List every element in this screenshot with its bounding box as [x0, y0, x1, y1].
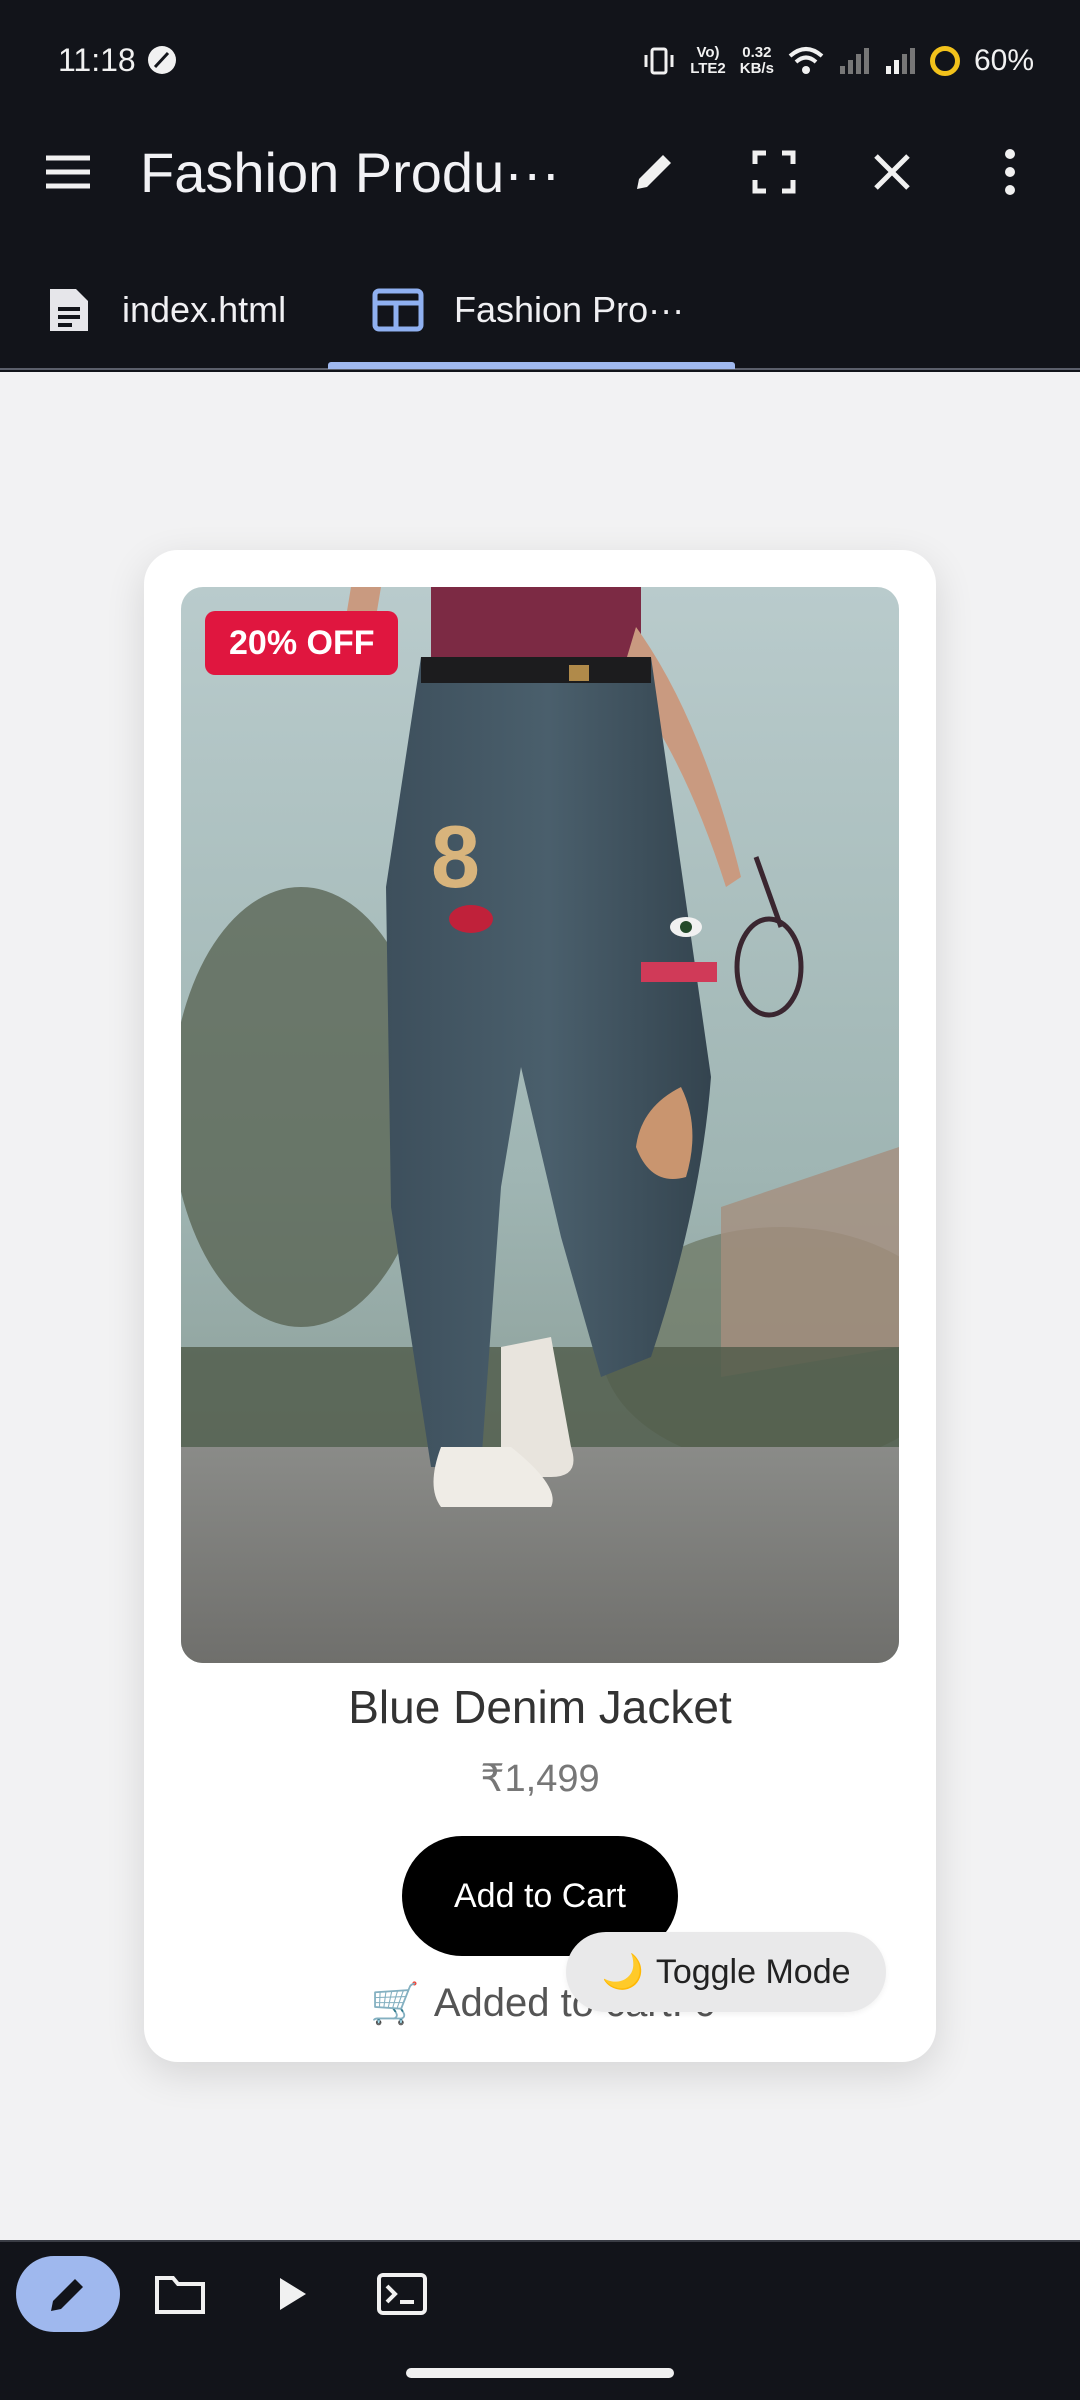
notification-app-icon	[148, 46, 176, 74]
battery-percent: 60%	[973, 44, 1034, 77]
toggle-mode-label: Toggle Mode	[655, 1952, 851, 1991]
cart-icon: 🛒	[370, 1982, 420, 2026]
preview-area: 8 20% OFF Blue Denim Jacket ₹1,499 Add t…	[0, 372, 1080, 2240]
battery-icon	[929, 46, 960, 76]
document-icon	[50, 289, 88, 331]
bottom-toolbar	[0, 2240, 1080, 2400]
terminal-icon[interactable]	[370, 2256, 434, 2332]
folder-icon[interactable]	[148, 2256, 212, 2332]
signal-icon-sim1	[839, 48, 869, 74]
more-vert-icon[interactable]	[980, 142, 1040, 202]
browser-preview-icon	[372, 288, 424, 332]
tab-index-html[interactable]: index.html	[46, 250, 286, 370]
close-icon[interactable]	[862, 142, 922, 202]
home-gesture-bar[interactable]	[406, 2368, 674, 2378]
vibrate-icon	[644, 47, 674, 75]
pencil-icon[interactable]	[624, 142, 684, 202]
denim-photo: 8	[181, 587, 899, 1663]
product-card: 8 20% OFF Blue Denim Jacket ₹1,499 Add t…	[144, 550, 936, 2062]
network-speed: 0.32 KB/s	[739, 44, 774, 77]
play-icon[interactable]	[262, 2256, 322, 2332]
product-name: Blue Denim Jacket	[348, 1681, 732, 1733]
toggle-mode-button[interactable]: 🌙 Toggle Mode	[566, 1932, 886, 2012]
tab-fashion-preview[interactable]: Fashion Pro···	[372, 250, 684, 370]
wifi-icon	[788, 47, 824, 74]
app-bar: Fashion Produ···	[0, 120, 1080, 224]
editor-tabs: index.html Fashion Pro···	[0, 250, 1080, 370]
status-time: 11:18	[58, 42, 136, 78]
signal-icon-sim2	[885, 48, 915, 74]
menu-icon[interactable]	[38, 142, 98, 202]
tab-label: index.html	[122, 289, 287, 330]
product-price: ₹1,499	[480, 1758, 600, 1800]
network-type: Vo) LTE2	[690, 44, 726, 77]
product-image: 8 20% OFF	[181, 587, 899, 1663]
moon-icon: 🌙	[601, 1953, 644, 1991]
status-icons: Vo) LTE2 0.32 KB/s 60%	[642, 38, 1034, 84]
page-title: Fashion Produ···	[140, 141, 561, 204]
svg-text:8: 8	[431, 807, 480, 906]
status-bar: 11:18 Vo) LTE2 0.32 KB/s 60%	[0, 0, 1080, 120]
fullscreen-icon[interactable]	[744, 142, 804, 202]
active-tab-indicator	[328, 362, 735, 369]
discount-badge: 20% OFF	[205, 611, 399, 675]
tab-label: Fashion Pro···	[454, 289, 685, 330]
edit-icon[interactable]	[16, 2256, 120, 2332]
